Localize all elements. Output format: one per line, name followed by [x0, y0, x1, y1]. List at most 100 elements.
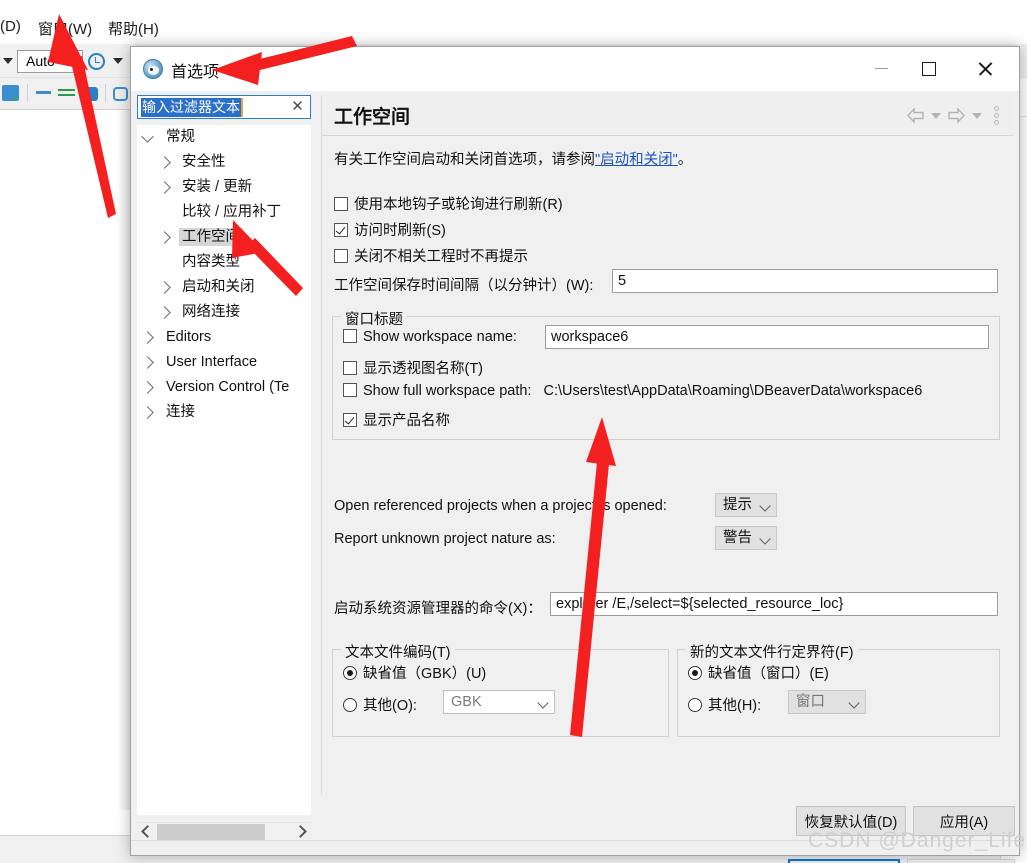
tree-item-startup-shutdown[interactable]: 启动和关闭: [137, 275, 311, 300]
workspace-name-input[interactable]: workspace6: [545, 325, 989, 349]
chevron-right-icon[interactable]: [141, 381, 154, 394]
scroll-right-icon[interactable]: [294, 825, 307, 838]
toolbar-overflow-caret-icon[interactable]: [3, 58, 13, 64]
chevron-down-icon[interactable]: [537, 697, 549, 709]
menu-item-help[interactable]: 帮助(H): [108, 18, 159, 39]
cancel-button[interactable]: 取消: [907, 859, 1015, 863]
explorer-command-input[interactable]: explorer /E,/select=${selected_resource_…: [550, 592, 998, 616]
radio-button[interactable]: [688, 666, 702, 680]
chevron-right-icon[interactable]: [141, 331, 154, 344]
radio-button[interactable]: [688, 698, 702, 712]
back-arrow-icon[interactable]: [907, 108, 924, 123]
forward-arrow-icon[interactable]: [948, 108, 965, 123]
tree-item-label: Editors: [166, 329, 212, 345]
chevron-down-icon[interactable]: [759, 533, 771, 545]
vertical-ellipsis-icon[interactable]: [994, 106, 999, 125]
checkbox-box[interactable]: [343, 329, 357, 343]
chevron-right-icon[interactable]: [158, 181, 171, 194]
close-button[interactable]: [962, 47, 1009, 90]
menu-item-0[interactable]: (D): [0, 18, 21, 35]
refresh-icon[interactable]: [113, 87, 128, 101]
forward-dropdown-caret-icon[interactable]: [972, 112, 982, 119]
filter-input-value: 输入过滤器文本: [141, 98, 243, 117]
window-title-group: 窗口标题 Show workspace name: workspace6 显示透…: [332, 308, 1000, 440]
checkbox-show-full-path[interactable]: Show full workspace path: C:\Users\test\…: [343, 383, 922, 399]
checkbox-box[interactable]: [334, 197, 348, 211]
radio-delimiter-default[interactable]: 缺省值（窗口）(E): [688, 662, 829, 683]
clear-filter-icon[interactable]: ✕: [290, 99, 305, 116]
tree-item-label: 内容类型: [182, 254, 240, 270]
add-badge-icon: +: [12, 91, 20, 105]
menu-item-window[interactable]: 窗口(W): [38, 18, 92, 39]
history-dropdown-caret-icon[interactable]: [113, 58, 123, 64]
apply-and-close-button[interactable]: 应用并关闭: [788, 859, 900, 863]
checkbox-close-unrelated[interactable]: 关闭不相关工程时不再提示: [334, 245, 528, 266]
checkbox-box[interactable]: [334, 249, 348, 263]
tree-item-editors[interactable]: Editors: [137, 325, 311, 350]
page-description: 有关工作空间启动和关闭首选项，请参阅"启动和关闭"。: [334, 148, 692, 169]
checkbox-show-workspace-name[interactable]: Show workspace name:: [343, 329, 517, 345]
report-nature-combo[interactable]: 警告: [715, 526, 777, 550]
checkbox-box[interactable]: [343, 361, 357, 375]
history-icon[interactable]: [88, 53, 105, 70]
checkbox-show-product-name[interactable]: 显示产品名称: [343, 409, 450, 430]
chevron-right-icon[interactable]: [141, 406, 154, 419]
tree-item-compare-patch[interactable]: 比较 / 应用补丁: [137, 200, 311, 225]
chevron-right-icon[interactable]: [158, 281, 171, 294]
commit-icon[interactable]: [36, 91, 51, 94]
checkbox-box[interactable]: [343, 383, 357, 397]
tree-item-user-interface[interactable]: User Interface: [137, 350, 311, 375]
maximize-icon: [921, 61, 936, 76]
radio-button[interactable]: [343, 698, 357, 712]
chevron-right-icon[interactable]: [141, 356, 154, 369]
checkbox-show-perspective-name[interactable]: 显示透视图名称(T): [343, 357, 483, 378]
tree-item-label: 安装 / 更新: [182, 179, 253, 195]
pane-header: 工作空间: [322, 95, 1013, 136]
checkbox-refresh-on-access[interactable]: 访问时刷新(S): [334, 219, 446, 240]
settings-gear-icon[interactable]: [84, 87, 98, 101]
dialog-title: 首选项: [171, 64, 220, 81]
maximize-button[interactable]: [905, 47, 952, 90]
explorer-command-label: 启动系统资源管理器的命令(X)：: [334, 601, 542, 617]
tree-item-network-connections[interactable]: 网络连接: [137, 300, 311, 325]
checkbox-box[interactable]: [334, 223, 348, 237]
scroll-left-icon[interactable]: [141, 825, 154, 838]
preferences-tree[interactable]: 常规 安全性 安装 / 更新 比较 / 应用补丁 工作空间 内容类型 启动和关闭…: [137, 125, 311, 815]
chevron-down-icon[interactable]: [848, 697, 860, 709]
checkbox-box[interactable]: [343, 413, 357, 427]
radio-label: 缺省值（GBK）(U): [363, 666, 487, 682]
back-dropdown-caret-icon[interactable]: [931, 112, 941, 119]
encoding-other-combo[interactable]: GBK: [443, 690, 555, 714]
radio-encoding-default[interactable]: 缺省值（GBK）(U): [343, 662, 486, 683]
tree-item-version-control[interactable]: Version Control (Te: [137, 375, 311, 400]
tree-item-install-update[interactable]: 安装 / 更新: [137, 175, 311, 200]
save-interval-input[interactable]: 5: [612, 269, 998, 293]
tree-item-content-types[interactable]: 内容类型: [137, 250, 311, 275]
open-referenced-combo[interactable]: 提示: [715, 493, 777, 517]
chevron-down-icon[interactable]: [759, 500, 771, 512]
tree-item-workspace[interactable]: 工作空间: [137, 225, 311, 250]
encoding-other-value: GBK: [451, 694, 482, 710]
radio-button[interactable]: [343, 666, 357, 680]
tree-item-connections[interactable]: 连接: [137, 400, 311, 425]
delimiter-other-combo[interactable]: 窗口: [788, 690, 866, 714]
radio-delimiter-other[interactable]: 其他(H):: [688, 694, 761, 715]
checkbox-local-hooks[interactable]: 使用本地钩子或轮询进行刷新(R): [334, 193, 563, 214]
save-interval-label: 工作空间保存时间间隔（以分钟计）(W):: [334, 278, 594, 294]
page-description-post: 。: [677, 152, 693, 168]
dialog-title-bar[interactable]: 首选项: [131, 47, 1019, 91]
chevron-right-icon[interactable]: [158, 156, 171, 169]
auto-commit-combo[interactable]: Auto: [17, 50, 83, 73]
tree-item-general[interactable]: 常规: [137, 125, 311, 150]
radio-encoding-other[interactable]: 其他(O):: [343, 694, 417, 715]
startup-shutdown-link[interactable]: "启动和关闭": [595, 152, 678, 168]
minimize-button[interactable]: [858, 47, 905, 90]
scrollbar-thumb[interactable]: [157, 824, 265, 840]
chevron-right-icon[interactable]: [158, 231, 171, 244]
transaction-mode-icon[interactable]: [58, 89, 75, 96]
tree-horizontal-scrollbar[interactable]: [137, 822, 311, 841]
chevron-right-icon[interactable]: [158, 306, 171, 319]
filter-input[interactable]: 输入过滤器文本 ✕: [137, 95, 311, 119]
chevron-down-icon[interactable]: [141, 130, 154, 143]
tree-item-security[interactable]: 安全性: [137, 150, 311, 175]
